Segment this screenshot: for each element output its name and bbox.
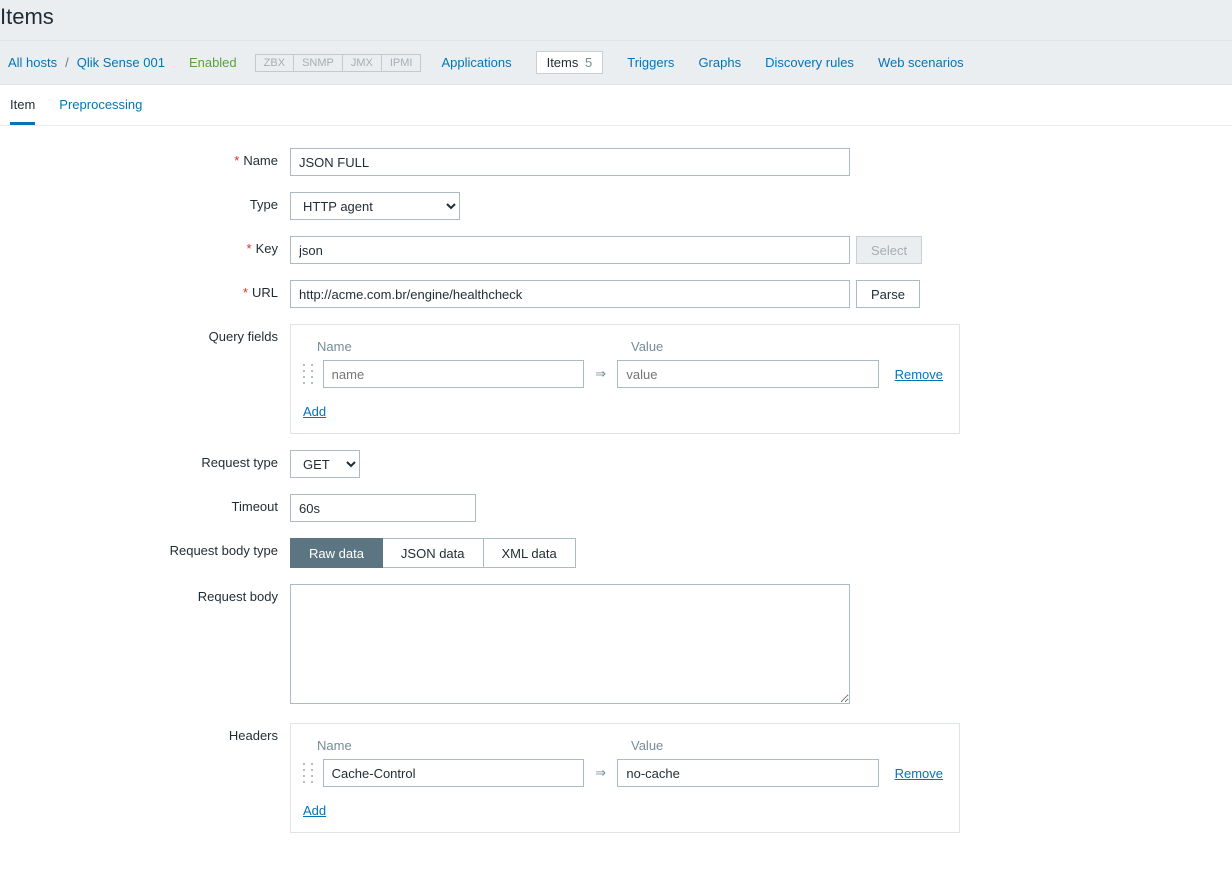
timeout-input[interactable] <box>290 494 476 522</box>
request-body-textarea[interactable] <box>290 584 850 704</box>
key-input[interactable] <box>290 236 850 264</box>
headers-name-header: Name <box>317 738 587 753</box>
label-type: Type <box>250 197 278 212</box>
menu-items: Items 5 <box>536 51 604 74</box>
label-timeout: Timeout <box>232 499 278 514</box>
interface-ipmi: IPMI <box>382 54 422 72</box>
tab-nav: Item Preprocessing <box>0 85 1232 126</box>
status-enabled: Enabled <box>189 55 237 70</box>
label-request-body-type: Request body type <box>170 543 278 558</box>
select-button[interactable]: Select <box>856 236 922 264</box>
label-url: URL <box>252 285 278 300</box>
query-value-header: Value <box>631 339 901 354</box>
header-name-input[interactable] <box>323 759 584 787</box>
menu-web-scenarios[interactable]: Web scenarios <box>878 55 964 70</box>
arrow-icon: ⇒ <box>594 765 608 781</box>
menu-items-count: 5 <box>585 55 592 70</box>
query-field-row: ⇒ Remove <box>303 360 943 388</box>
breadcrumb-all-hosts[interactable]: All hosts <box>8 55 57 70</box>
request-body-type-segmented: Raw data JSON data XML data <box>290 538 576 568</box>
menu-graphs[interactable]: Graphs <box>698 55 741 70</box>
label-query-fields: Query fields <box>209 329 278 344</box>
menu-applications[interactable]: Applications <box>441 55 511 70</box>
label-name: Name <box>243 153 278 168</box>
body-type-raw[interactable]: Raw data <box>290 538 383 568</box>
menu-items-label: Items <box>547 55 579 70</box>
query-remove-link[interactable]: Remove <box>895 367 943 382</box>
interface-jmx: JMX <box>343 54 382 72</box>
query-fields-box: Name Value ⇒ Remove Add <box>290 324 960 434</box>
breadcrumb-host[interactable]: Qlik Sense 001 <box>77 55 165 70</box>
body-type-json[interactable]: JSON data <box>383 538 484 568</box>
interface-badges: ZBX SNMP JMX IPMI <box>255 54 422 72</box>
query-add-link[interactable]: Add <box>303 404 326 419</box>
headers-box: Name Value ⇒ Remove Add <box>290 723 960 833</box>
arrow-icon: ⇒ <box>594 366 608 382</box>
body-type-xml[interactable]: XML data <box>484 538 576 568</box>
headers-value-header: Value <box>631 738 901 753</box>
query-value-input[interactable] <box>617 360 878 388</box>
drag-handle-icon[interactable] <box>303 763 313 783</box>
label-key: Key <box>256 241 278 256</box>
header-add-link[interactable]: Add <box>303 803 326 818</box>
query-name-header: Name <box>317 339 587 354</box>
name-input[interactable] <box>290 148 850 176</box>
type-select[interactable]: HTTP agent <box>290 192 460 220</box>
label-headers: Headers <box>229 728 278 743</box>
interface-zbx: ZBX <box>255 54 294 72</box>
tab-item[interactable]: Item <box>10 97 35 125</box>
header-row: ⇒ Remove <box>303 759 943 787</box>
menu-discovery[interactable]: Discovery rules <box>765 55 854 70</box>
header-value-input[interactable] <box>617 759 878 787</box>
label-request-body: Request body <box>198 589 278 604</box>
breadcrumb-subnav: All hosts / Qlik Sense 001 Enabled ZBX S… <box>0 41 1232 85</box>
breadcrumb-separator: / <box>65 55 69 70</box>
tab-preprocessing[interactable]: Preprocessing <box>59 97 142 125</box>
page-title: Items <box>0 0 1232 40</box>
menu-triggers[interactable]: Triggers <box>627 55 674 70</box>
header-remove-link[interactable]: Remove <box>895 766 943 781</box>
url-input[interactable] <box>290 280 850 308</box>
request-type-select[interactable]: GET <box>290 450 360 478</box>
query-name-input[interactable] <box>323 360 584 388</box>
label-request-type: Request type <box>201 455 278 470</box>
drag-handle-icon[interactable] <box>303 364 313 384</box>
interface-snmp: SNMP <box>294 54 343 72</box>
parse-button[interactable]: Parse <box>856 280 920 308</box>
